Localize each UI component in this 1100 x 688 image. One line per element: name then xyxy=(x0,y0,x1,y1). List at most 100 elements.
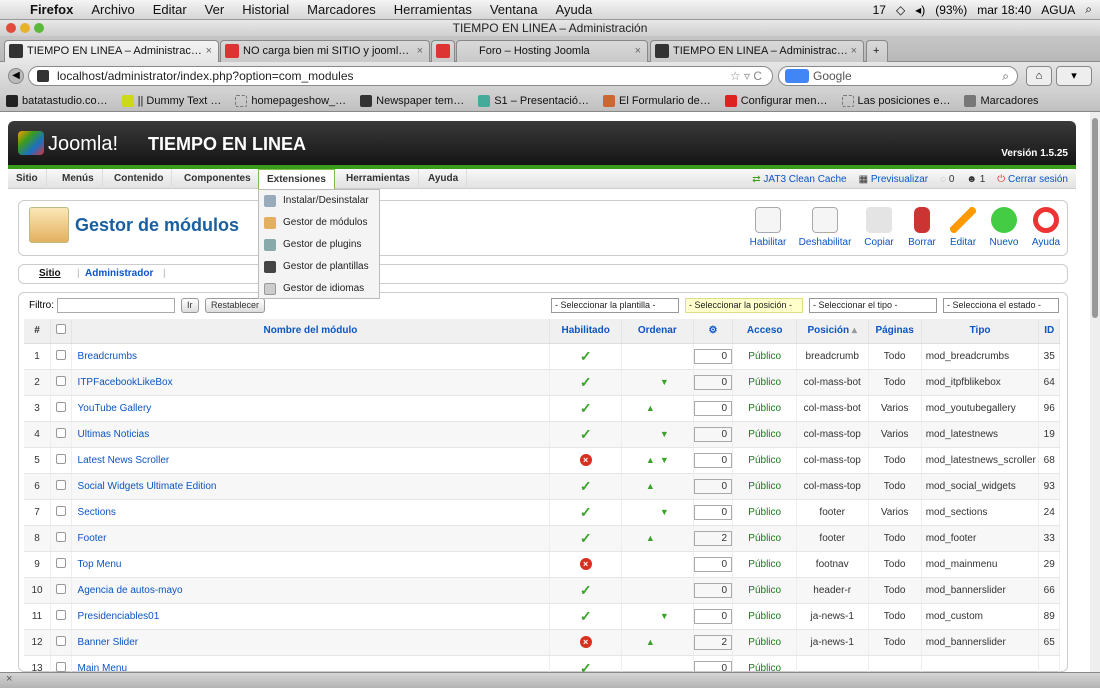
bookmark-item[interactable]: S1 – Presentació… xyxy=(478,94,589,107)
bookmark-star-icon[interactable]: ☆ ▿ C xyxy=(730,67,762,85)
bookmark-item[interactable]: Las posiciones e… xyxy=(841,94,950,107)
enabled-check-icon[interactable]: ✓ xyxy=(580,426,592,442)
enable-button[interactable]: Habilitar xyxy=(747,207,789,248)
close-window-icon[interactable] xyxy=(6,23,16,33)
access-link[interactable]: Público xyxy=(732,603,797,630)
row-checkbox-cell[interactable] xyxy=(50,655,72,672)
disable-button[interactable]: Deshabilitar xyxy=(797,207,853,248)
order-input-cell[interactable]: 0 xyxy=(693,421,734,448)
col-pages[interactable]: Páginas xyxy=(868,319,922,344)
order-input-cell[interactable]: 0 xyxy=(693,603,734,630)
spotlight-icon[interactable]: ⌕ xyxy=(1085,2,1092,17)
disabled-x-icon[interactable]: × xyxy=(579,454,592,466)
enabled-cell[interactable]: ✓ xyxy=(549,473,622,500)
menu-ayuda[interactable]: Ayuda xyxy=(556,2,593,17)
wifi-icon[interactable]: ◇ xyxy=(896,3,905,17)
access-link[interactable]: Público xyxy=(732,421,797,448)
clock[interactable]: mar 18:40 xyxy=(977,3,1031,17)
go-button[interactable]: Ir xyxy=(181,298,199,313)
row-checkbox-cell[interactable] xyxy=(50,395,72,422)
menu-archivo[interactable]: Archivo xyxy=(91,2,134,17)
row-checkbox[interactable] xyxy=(55,635,66,646)
menu-app[interactable]: Firefox xyxy=(30,2,73,17)
order-input-cell[interactable]: 0 xyxy=(693,343,734,370)
order-input-cell[interactable]: 0 xyxy=(693,395,734,422)
cache-link[interactable]: ⇄ JAT3 Clean Cache xyxy=(752,174,846,185)
enabled-check-icon[interactable]: ✓ xyxy=(580,400,592,416)
close-tab-icon[interactable]: × xyxy=(851,41,857,61)
row-checkbox[interactable] xyxy=(55,661,66,672)
tab-small[interactable] xyxy=(431,40,455,62)
back-button[interactable]: ◀ xyxy=(8,68,24,84)
search-input[interactable]: Google ⌕ xyxy=(778,66,1018,86)
module-name-link[interactable]: Sections xyxy=(71,499,551,526)
menu-herramientas[interactable]: Herramientas xyxy=(338,169,419,189)
order-input[interactable]: 0 xyxy=(694,660,733,672)
col-name[interactable]: Nombre del módulo xyxy=(71,319,551,344)
row-checkbox-cell[interactable] xyxy=(50,603,72,630)
order-input-cell[interactable]: 2 xyxy=(693,525,734,552)
order-input[interactable]: 0 xyxy=(694,504,733,520)
module-name-link[interactable]: Ultimas Noticias xyxy=(71,421,551,448)
state-select[interactable]: - Selecciona el estado - xyxy=(943,298,1059,313)
row-checkbox[interactable] xyxy=(55,427,66,438)
reset-button[interactable]: Restablecer xyxy=(205,298,266,313)
tab-admin-2[interactable]: TIEMPO EN LINEA – Administrac… × xyxy=(650,40,864,62)
move-down-icon[interactable]: ▼ xyxy=(657,507,671,517)
order-input[interactable]: 2 xyxy=(694,634,733,650)
move-up-icon[interactable]: ▲ xyxy=(643,637,657,647)
bookmark-item[interactable]: homepageshow_… xyxy=(235,94,346,107)
close-tab-icon[interactable]: × xyxy=(417,41,423,61)
enabled-cell[interactable]: ✓ xyxy=(549,343,622,370)
enabled-check-icon[interactable]: ✓ xyxy=(580,478,592,494)
bookmark-item[interactable]: Configurar men… xyxy=(724,94,828,107)
move-down-icon[interactable]: ▼ xyxy=(657,455,671,465)
row-checkbox-cell[interactable] xyxy=(50,473,72,500)
move-up-icon[interactable]: ▲ xyxy=(643,533,657,543)
order-input-cell[interactable]: 0 xyxy=(693,499,734,526)
row-checkbox-cell[interactable] xyxy=(50,629,72,656)
row-checkbox-cell[interactable] xyxy=(50,577,72,604)
access-link[interactable]: Público xyxy=(732,551,797,578)
close-tab-icon[interactable]: × xyxy=(635,41,641,61)
copy-button[interactable]: Copiar xyxy=(861,207,897,248)
access-link[interactable]: Público xyxy=(732,395,797,422)
enabled-cell[interactable]: ✓ xyxy=(549,577,622,604)
google-icon[interactable] xyxy=(785,69,809,83)
bookmark-item[interactable]: batatastudio.co… xyxy=(6,94,108,107)
enabled-check-icon[interactable]: ✓ xyxy=(580,530,592,546)
scroll-thumb[interactable] xyxy=(1092,118,1098,318)
order-input[interactable]: 0 xyxy=(694,452,733,468)
zoom-window-icon[interactable] xyxy=(34,23,44,33)
tab-hosting[interactable]: Foro – Hosting Joomla × xyxy=(456,40,648,62)
extensions-button[interactable]: ▾ xyxy=(1056,66,1092,86)
move-up-icon[interactable]: ▲ xyxy=(643,455,657,465)
row-checkbox[interactable] xyxy=(55,375,66,386)
enabled-check-icon[interactable]: ✓ xyxy=(580,660,592,673)
row-checkbox-cell[interactable] xyxy=(50,369,72,396)
menu-extensiones[interactable]: Extensiones xyxy=(258,169,335,189)
row-checkbox[interactable] xyxy=(55,583,66,594)
module-name-link[interactable]: Presidenciables01 xyxy=(71,603,551,630)
row-checkbox-cell[interactable] xyxy=(50,343,72,370)
close-tab-icon[interactable]: × xyxy=(206,41,212,61)
enabled-cell[interactable]: ✓ xyxy=(549,421,622,448)
access-link[interactable]: Público xyxy=(732,629,797,656)
search-icon[interactable]: ⌕ xyxy=(1002,67,1009,85)
position-select[interactable]: - Seleccionar la posición - xyxy=(685,298,803,313)
order-input-cell[interactable]: 0 xyxy=(693,369,734,396)
access-link[interactable]: Público xyxy=(732,447,797,474)
enabled-cell[interactable]: ✓ xyxy=(549,369,622,396)
enabled-check-icon[interactable]: ✓ xyxy=(580,608,592,624)
order-input[interactable]: 0 xyxy=(694,556,733,572)
volume-icon[interactable]: ◂) xyxy=(915,3,925,17)
enabled-cell[interactable]: × xyxy=(549,551,622,578)
module-name-link[interactable]: ITPFacebookLikeBox xyxy=(71,369,551,396)
row-checkbox[interactable] xyxy=(55,531,66,542)
row-checkbox[interactable] xyxy=(55,401,66,412)
enabled-check-icon[interactable]: ✓ xyxy=(580,582,592,598)
order-input[interactable]: 0 xyxy=(694,348,733,364)
order-input[interactable]: 0 xyxy=(694,426,733,442)
order-input-cell[interactable]: 2 xyxy=(693,629,734,656)
users-count[interactable]: ☻ 1 xyxy=(966,174,985,185)
